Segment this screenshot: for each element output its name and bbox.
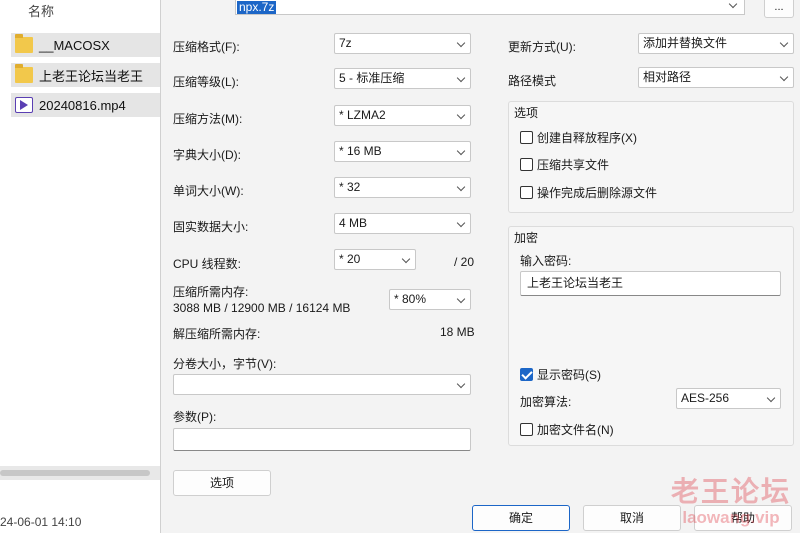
memory-decompress-value: 18 MB (440, 325, 475, 339)
cancel-button[interactable]: 取消 (583, 505, 681, 531)
video-file-icon (15, 97, 33, 113)
memory-percent-select[interactable]: * 80% (389, 289, 471, 310)
format-value: 7z (339, 36, 352, 50)
browse-button[interactable]: ... (764, 0, 794, 18)
chevron-down-icon (456, 182, 466, 192)
memory-compress-label: 压缩所需内存: (173, 285, 249, 299)
chevron-down-icon[interactable] (728, 0, 738, 9)
create-sfx-checkbox[interactable]: 创建自释放程序(X) (520, 129, 637, 146)
encryption-method-value: AES-256 (681, 391, 730, 405)
memory-decompress-label: 解压缩所需内存: (173, 327, 261, 341)
scrollbar-thumb[interactable] (0, 470, 150, 476)
checkbox-checked[interactable] (520, 368, 533, 381)
level-select[interactable]: 5 - 标准压缩 (334, 68, 471, 89)
word-size-label: 单词大小(W): (173, 184, 244, 198)
chevron-down-icon (456, 38, 466, 48)
path-mode-value: 相对路径 (643, 70, 692, 84)
checkbox-box[interactable] (520, 158, 533, 171)
checkbox-box[interactable] (520, 423, 533, 436)
dictionary-label: 字典大小(D): (173, 148, 241, 162)
cpu-threads-max: / 20 (454, 255, 475, 269)
file-row-macosx[interactable]: __MACOSX (11, 33, 160, 57)
cpu-threads-value: * 20 (339, 252, 361, 266)
file-row-folder[interactable]: 上老王论坛当老王 (11, 63, 160, 87)
horizontal-scrollbar[interactable] (0, 466, 160, 480)
compress-shared-label: 压缩共享文件 (537, 158, 610, 172)
options-button[interactable]: 选项 (173, 470, 271, 496)
chevron-down-icon (401, 254, 411, 264)
level-label: 压缩等级(L): (173, 75, 240, 89)
archive-path-combo[interactable]: npx.7z (235, 0, 745, 15)
path-mode-label: 路径模式 (508, 74, 557, 88)
update-mode-select[interactable]: 添加并替换文件 (638, 33, 794, 54)
help-button[interactable]: 帮助 (694, 505, 792, 531)
format-label: 压缩格式(F): (173, 40, 240, 54)
file-name: __MACOSX (39, 37, 110, 53)
name-column-header[interactable]: 名称 (0, 0, 160, 24)
volume-size-label: 分卷大小，字节(V): (173, 357, 277, 371)
chevron-down-icon (456, 218, 466, 228)
password-label: 输入密码: (520, 254, 572, 268)
add-to-archive-dialog: npx.7z ... 压缩格式(F): 7z 压缩等级(L): 5 - 标准压缩… (160, 0, 800, 533)
password-input[interactable]: 上老王论坛当老王 (520, 271, 781, 296)
solid-block-label: 固实数据大小: (173, 220, 249, 234)
watermark-title: 老王论坛 (671, 475, 792, 508)
folder-icon (15, 34, 33, 53)
create-sfx-label: 创建自释放程序(X) (537, 131, 637, 145)
compress-shared-checkbox[interactable]: 压缩共享文件 (520, 156, 609, 173)
encrypt-names-label: 加密文件名(N) (537, 423, 614, 437)
memory-percent-value: * 80% (394, 292, 427, 306)
chevron-down-icon (766, 393, 776, 403)
encryption-method-label: 加密算法: (520, 395, 572, 409)
encrypt-names-checkbox[interactable]: 加密文件名(N) (520, 421, 614, 438)
chevron-down-icon (456, 379, 466, 389)
solid-block-value: 4 MB (339, 216, 368, 230)
delete-after-checkbox[interactable]: 操作完成后删除源文件 (520, 184, 657, 201)
file-row-video[interactable]: 20240816.mp4 (11, 93, 160, 117)
show-password-label: 显示密码(S) (537, 368, 601, 382)
parameters-input[interactable] (173, 428, 471, 451)
encryption-group-title: 加密 (514, 231, 539, 245)
path-mode-select[interactable]: 相对路径 (638, 67, 794, 88)
dictionary-value: * 16 MB (339, 144, 382, 158)
modified-date: 24-06-01 14:10 (0, 515, 82, 529)
solid-block-select[interactable]: 4 MB (334, 213, 471, 234)
chevron-down-icon (456, 146, 466, 156)
delete-after-label: 操作完成后删除源文件 (537, 186, 658, 200)
memory-compress-detail: 3088 MB / 12900 MB / 16124 MB (173, 301, 351, 315)
update-mode-value: 添加并替换文件 (643, 36, 728, 50)
word-size-select[interactable]: * 32 (334, 177, 471, 198)
checkbox-box[interactable] (520, 131, 533, 144)
file-name: 20240816.mp4 (39, 97, 126, 113)
chevron-down-icon (456, 294, 466, 304)
format-select[interactable]: 7z (334, 33, 471, 54)
level-value: 5 - 标准压缩 (339, 71, 405, 85)
chevron-down-icon (456, 73, 466, 83)
parameters-label: 参数(P): (173, 410, 217, 424)
checkbox-box[interactable] (520, 186, 533, 199)
chevron-down-icon (456, 110, 466, 120)
chevron-down-icon (779, 38, 789, 48)
options-group-title: 选项 (514, 106, 539, 120)
method-value: * LZMA2 (339, 108, 386, 122)
ok-button[interactable]: 确定 (472, 505, 570, 531)
chevron-down-icon (779, 72, 789, 82)
word-size-value: * 32 (339, 180, 361, 194)
cpu-threads-label: CPU 线程数: (173, 257, 242, 271)
archive-path-text: npx.7z (237, 0, 277, 14)
cpu-threads-select[interactable]: * 20 (334, 249, 416, 270)
method-select[interactable]: * LZMA2 (334, 105, 471, 126)
show-password-checkbox[interactable]: 显示密码(S) (520, 366, 601, 383)
update-mode-label: 更新方式(U): (508, 40, 576, 54)
method-label: 压缩方法(M): (173, 112, 243, 126)
folder-icon (15, 64, 33, 83)
dictionary-select[interactable]: * 16 MB (334, 141, 471, 162)
file-explorer-pane: 名称 __MACOSX 上老王论坛当老王 20240816.mp4 24-06-… (0, 0, 160, 533)
volume-size-select[interactable] (173, 374, 471, 395)
encryption-method-select[interactable]: AES-256 (676, 388, 781, 409)
file-name: 上老王论坛当老王 (39, 68, 144, 84)
